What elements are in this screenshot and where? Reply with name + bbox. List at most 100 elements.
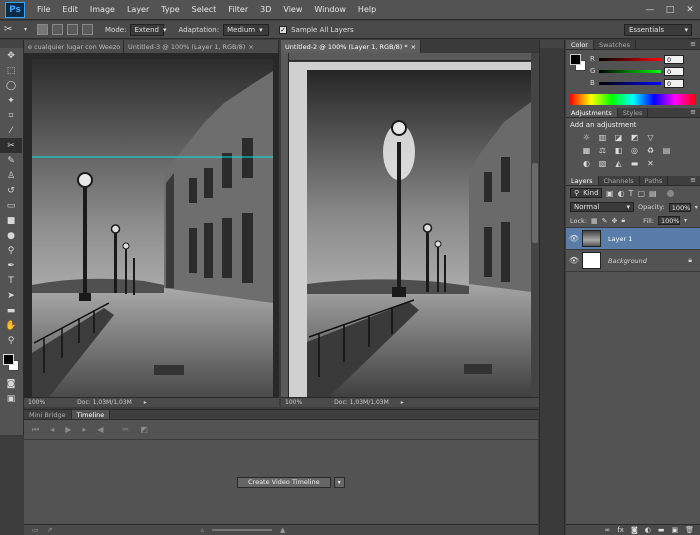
- shape-tool-icon[interactable]: ▬: [0, 303, 22, 318]
- maximize-button[interactable]: □: [660, 0, 680, 20]
- tools-panel-grip[interactable]: [0, 40, 23, 48]
- layer-style-icon[interactable]: fx: [617, 526, 624, 534]
- filter-shape-icon[interactable]: ▢: [637, 189, 645, 198]
- menu-filter[interactable]: Filter: [222, 0, 254, 20]
- photo-filter-icon[interactable]: ◎: [628, 145, 641, 156]
- lock-position-icon[interactable]: ✥: [612, 217, 618, 225]
- eye-icon[interactable]: 👁︎: [566, 256, 582, 265]
- status-arrow-icon[interactable]: ▸: [401, 399, 404, 406]
- path-selection-tool-icon[interactable]: ➤: [0, 288, 22, 303]
- create-video-timeline-button[interactable]: Create Video Timeline: [237, 477, 331, 488]
- invert-icon[interactable]: ◐: [580, 158, 593, 169]
- doc-tab-untitled-2[interactable]: Untitled-2 @ 100% (Layer 1, RGB/8) * ×: [281, 40, 421, 53]
- filter-smart-object-icon[interactable]: ▤: [649, 189, 657, 198]
- foreground-color-swatch[interactable]: [3, 354, 14, 365]
- add-mask-icon[interactable]: ◙: [631, 526, 638, 534]
- filter-toggle[interactable]: [666, 189, 674, 197]
- previous-frame-icon[interactable]: ◂: [50, 425, 54, 434]
- menu-3d[interactable]: 3D: [254, 0, 277, 20]
- selective-color-icon[interactable]: ✕: [644, 158, 657, 169]
- filter-adjustment-icon[interactable]: ◐: [618, 189, 625, 198]
- chevron-down-icon[interactable]: ▾: [695, 204, 698, 211]
- red-value[interactable]: 0: [664, 54, 684, 64]
- play-icon[interactable]: ▶: [65, 425, 71, 434]
- close-icon[interactable]: ×: [411, 43, 416, 51]
- tab-mini-bridge[interactable]: Mini Bridge: [24, 410, 72, 419]
- gradient-tool-icon[interactable]: ■: [0, 213, 22, 228]
- content-aware-move-tool-icon[interactable]: ✂: [0, 138, 22, 153]
- tab-color[interactable]: Color: [566, 40, 594, 49]
- doc-tab-untitled-3[interactable]: Untitled-3 @ 100% (Layer 1, RGB/8) ×: [124, 40, 279, 53]
- lasso-tool-icon[interactable]: ◯: [0, 78, 22, 93]
- render-video-icon[interactable]: ↗: [47, 526, 53, 534]
- channel-mixer-icon[interactable]: ♻: [644, 145, 657, 156]
- zoom-level-right[interactable]: 100%: [285, 399, 302, 406]
- color-balance-icon[interactable]: ⚖: [596, 145, 609, 156]
- pen-tool-icon[interactable]: ✒: [0, 258, 22, 273]
- scrollbar-thumb[interactable]: [532, 163, 538, 243]
- eye-icon[interactable]: 👁︎: [566, 234, 582, 243]
- eraser-tool-icon[interactable]: ▭: [0, 198, 22, 213]
- red-slider[interactable]: [599, 57, 661, 61]
- hue-saturation-icon[interactable]: ▦: [580, 145, 593, 156]
- panel-menu-icon[interactable]: ≡: [690, 40, 700, 49]
- layer-row-layer-1[interactable]: 👁︎ Layer 1: [566, 228, 700, 250]
- screen-mode-icon[interactable]: ▣: [0, 391, 22, 406]
- color-swatches[interactable]: [0, 352, 23, 376]
- menu-help[interactable]: Help: [352, 0, 382, 20]
- magic-wand-tool-icon[interactable]: ✦: [0, 93, 22, 108]
- lock-all-icon[interactable]: 🔒︎: [621, 216, 625, 225]
- eyedropper-tool-icon[interactable]: ⁄: [0, 123, 22, 138]
- content-aware-move-icon[interactable]: ✂: [4, 24, 20, 35]
- zoom-in-icon[interactable]: ▲: [280, 526, 285, 534]
- tab-swatches[interactable]: Swatches: [594, 40, 637, 49]
- green-value[interactable]: 0: [664, 66, 684, 76]
- mode-select[interactable]: Extend ▾: [130, 23, 166, 36]
- exposure-icon[interactable]: ◩: [628, 132, 641, 143]
- tab-channels[interactable]: Channels: [599, 176, 640, 185]
- green-slider[interactable]: [599, 69, 661, 73]
- layer-row-background[interactable]: 👁︎ Background 🔒︎: [566, 250, 700, 272]
- menu-image[interactable]: Image: [84, 0, 121, 20]
- sample-all-layers-checkbox[interactable]: ✓: [279, 25, 288, 34]
- color-spectrum[interactable]: [570, 94, 696, 105]
- chevron-down-icon[interactable]: ▾: [684, 217, 687, 224]
- new-layer-icon[interactable]: ▣: [671, 526, 678, 534]
- add-selection-icon[interactable]: [52, 24, 64, 35]
- move-tool-icon[interactable]: ✥: [0, 48, 22, 63]
- convert-frames-icon[interactable]: ▭: [32, 526, 39, 534]
- canvas-left[interactable]: [24, 53, 279, 397]
- layer-kind-select[interactable]: ⚲ Kind: [570, 188, 602, 198]
- new-group-icon[interactable]: ▬: [658, 526, 665, 534]
- tab-layers[interactable]: Layers: [566, 176, 599, 185]
- filter-pixel-icon[interactable]: ▣: [606, 189, 614, 198]
- panel-menu-icon[interactable]: ≡: [690, 176, 700, 185]
- clone-stamp-tool-icon[interactable]: ♙: [0, 168, 22, 183]
- foreground-color-swatch[interactable]: [570, 54, 581, 65]
- type-tool-icon[interactable]: T: [0, 273, 22, 288]
- zoom-tool-icon[interactable]: ⚲: [0, 333, 22, 348]
- hand-tool-icon[interactable]: ✋: [0, 318, 22, 333]
- new-adjustment-icon[interactable]: ◐: [645, 526, 651, 534]
- zoom-level-left[interactable]: 100%: [28, 399, 45, 406]
- menu-edit[interactable]: Edit: [56, 0, 84, 20]
- status-arrow-icon[interactable]: ▸: [144, 399, 147, 406]
- color-lookup-icon[interactable]: ▤: [660, 145, 673, 156]
- transition-icon[interactable]: ◩: [140, 425, 148, 434]
- subtract-selection-icon[interactable]: [67, 24, 79, 35]
- ruler-horizontal[interactable]: [289, 53, 531, 61]
- opacity-value[interactable]: 100%: [668, 202, 691, 212]
- threshold-icon[interactable]: ◭: [612, 158, 625, 169]
- marquee-tool-icon[interactable]: ⬚: [0, 63, 22, 78]
- delete-layer-icon[interactable]: 🗑︎: [685, 526, 694, 534]
- go-to-first-frame-icon[interactable]: ⏮: [32, 425, 39, 435]
- chevron-down-icon[interactable]: ▾: [333, 477, 345, 488]
- workspace-select[interactable]: Essentials ▾: [624, 24, 692, 36]
- zoom-out-icon[interactable]: ▵: [201, 526, 205, 534]
- crop-tool-icon[interactable]: ⌗: [0, 108, 22, 123]
- blue-slider[interactable]: [599, 81, 661, 85]
- tab-adjustments[interactable]: Adjustments: [566, 108, 618, 117]
- menu-layer[interactable]: Layer: [121, 0, 155, 20]
- quick-mask-icon[interactable]: ◙: [0, 376, 22, 391]
- tab-timeline[interactable]: Timeline: [71, 410, 111, 419]
